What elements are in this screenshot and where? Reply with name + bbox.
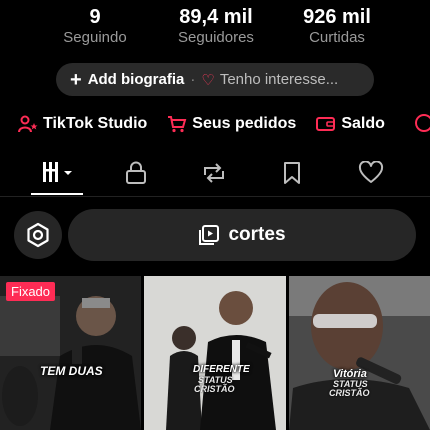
followers-count: 89,4 mil — [179, 6, 253, 28]
tab-liked[interactable] — [351, 158, 391, 188]
video-overlay-text: TEM DUAS — [40, 364, 103, 378]
tabs-divider — [0, 196, 430, 197]
following-count: 9 — [89, 6, 101, 28]
tab-videos[interactable] — [37, 158, 77, 188]
following-label: Seguindo — [63, 29, 127, 46]
person-star-icon — [18, 115, 38, 133]
orders-link[interactable]: Seus pedidos — [167, 115, 296, 133]
wallet-icon — [316, 117, 336, 131]
video-thumbnail — [144, 276, 286, 430]
lock-icon — [126, 161, 146, 184]
heart-icon — [358, 161, 384, 183]
repost-icon — [204, 163, 224, 183]
collection-label: cortes — [228, 224, 286, 245]
interests-button[interactable]: Tenho interesse... — [220, 71, 338, 88]
video-tile[interactable]: Fixado TEM DUAS — [0, 276, 141, 430]
tiktok-studio-link[interactable]: TikTok Studio — [18, 115, 147, 133]
video-overlay-subtext: CRISTÃO — [329, 388, 370, 398]
shortcut-row: TikTok Studio Seus pedidos Saldo — [18, 113, 405, 135]
tab-reposts[interactable] — [194, 158, 234, 188]
pinned-badge: Fixado — [6, 282, 56, 301]
add-bio-button[interactable]: Add biografia — [88, 71, 185, 88]
tiktok-studio-label: TikTok Studio — [43, 115, 148, 132]
active-tab-indicator — [31, 193, 83, 195]
cart-icon — [168, 116, 187, 133]
collection-button[interactable]: cortes — [68, 209, 416, 261]
video-overlay-text: DIFERENTE — [193, 364, 250, 375]
profile-tabs — [0, 152, 430, 196]
followers-stat[interactable]: 89,4 mil Seguidores — [166, 6, 266, 48]
video-overlay-subtext: CRISTÃO — [194, 384, 235, 394]
following-stat[interactable]: 9 Seguindo — [55, 6, 135, 48]
tab-saved[interactable] — [272, 158, 312, 188]
filter-settings-button[interactable] — [14, 211, 62, 259]
more-shortcut-icon[interactable] — [414, 113, 430, 133]
balance-link[interactable]: Saldo — [316, 115, 385, 133]
balance-label: Saldo — [341, 115, 385, 132]
likes-stat[interactable]: 926 mil Curtidas — [292, 6, 382, 48]
followers-label: Seguidores — [178, 29, 254, 46]
plus-icon: + — [70, 68, 82, 91]
video-grid: Fixado TEM DUAS DIFERENTE STATUS CRISTÃO… — [0, 276, 430, 430]
grid-dropdown-icon — [43, 162, 72, 182]
separator-dot: · — [190, 71, 196, 88]
likes-count: 926 mil — [303, 6, 371, 28]
bookmark-icon — [284, 162, 300, 184]
orders-label: Seus pedidos — [192, 115, 297, 132]
heart-outline-icon: ♡ — [201, 71, 215, 89]
video-tile[interactable]: DIFERENTE STATUS CRISTÃO — [144, 276, 286, 430]
collection-icon — [199, 225, 220, 245]
gear-icon — [27, 222, 49, 248]
video-tile[interactable]: Vitória STATUS CRISTÃO — [289, 276, 430, 430]
bio-pill: + Add biografia · ♡ Tenho interesse... — [56, 63, 374, 96]
profile-stats: 9 Seguindo 89,4 mil Seguidores 926 mil C… — [0, 6, 430, 50]
video-thumbnail — [289, 276, 430, 430]
likes-label: Curtidas — [309, 29, 365, 46]
tab-private[interactable] — [116, 158, 156, 188]
